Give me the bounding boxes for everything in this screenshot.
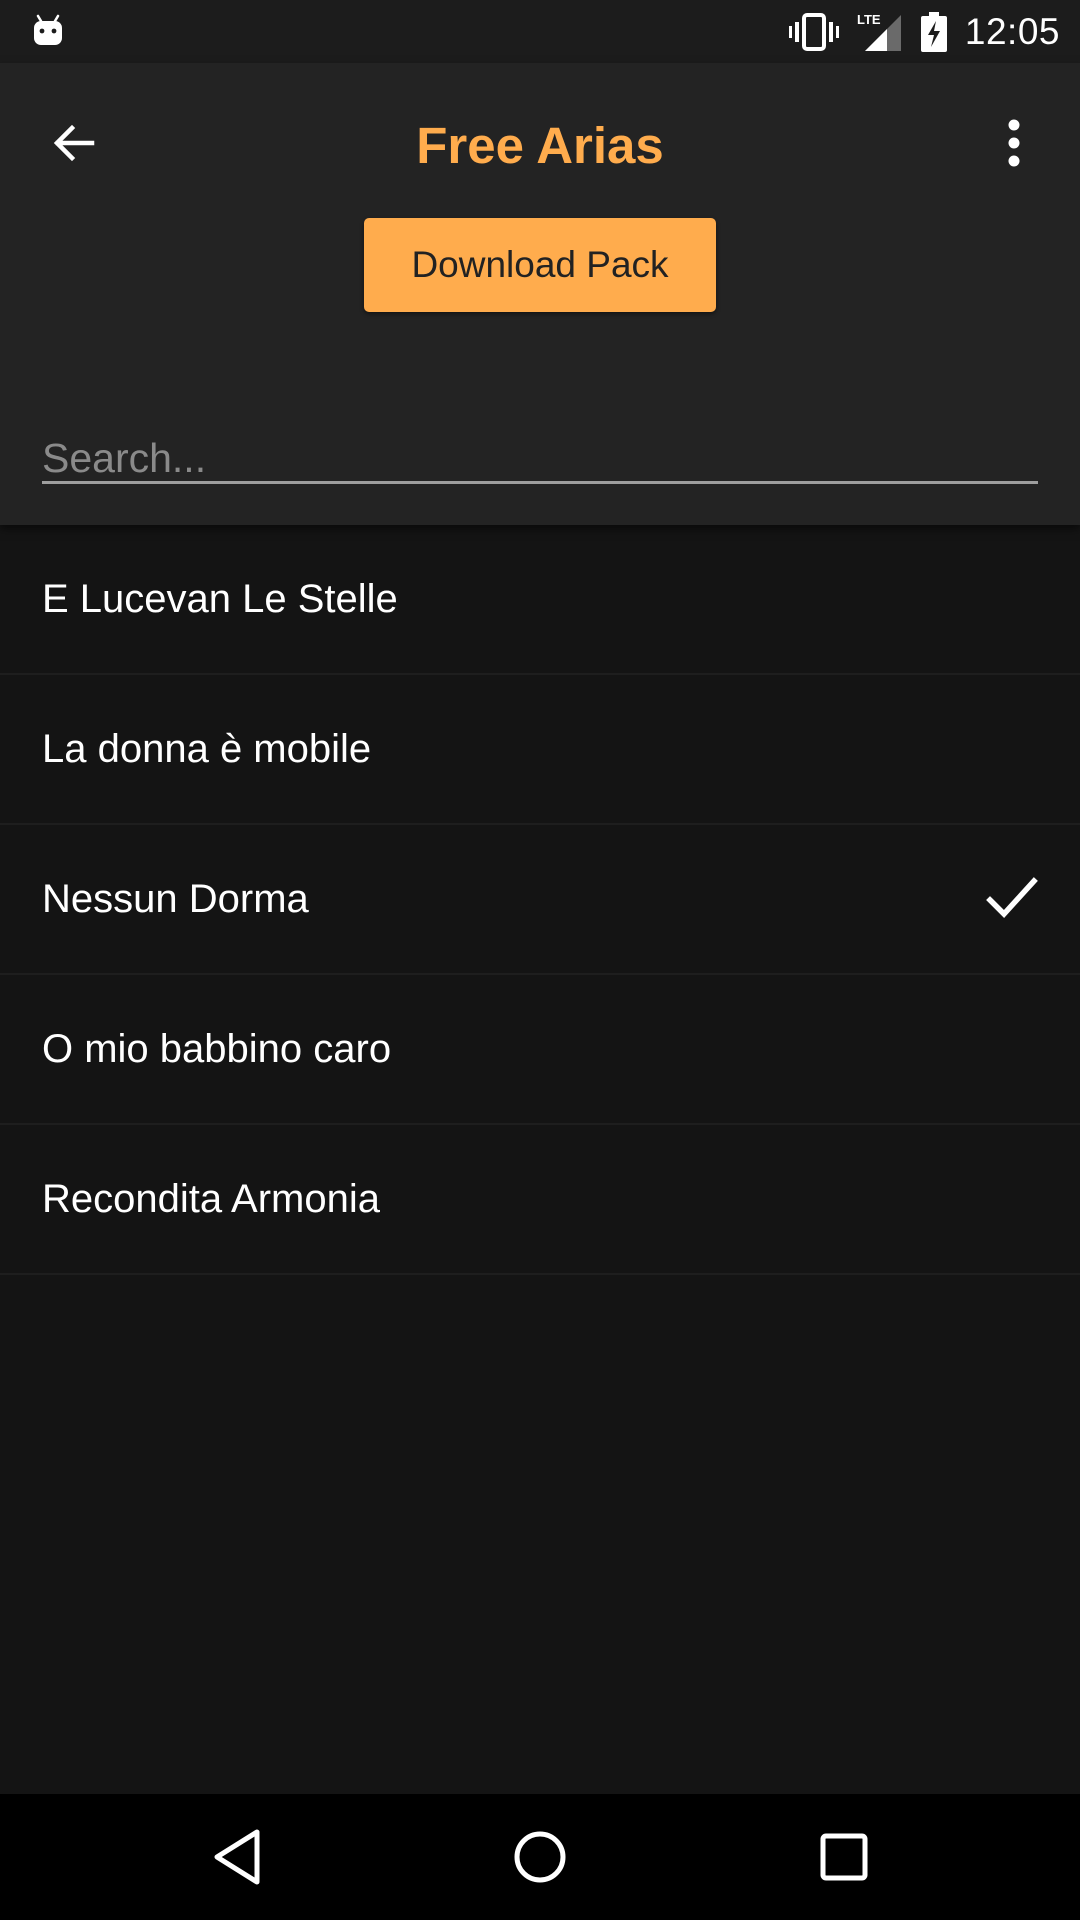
nav-home-icon (514, 1831, 566, 1883)
list-item[interactable]: Recondita Armonia (0, 1125, 1080, 1275)
nav-recents-icon (820, 1833, 868, 1881)
search-underline (42, 481, 1038, 484)
lte-signal-icon: LTE (857, 12, 901, 51)
more-vert-icon (1008, 119, 1020, 167)
app-header: Free Arias Download Pack (0, 63, 1080, 525)
download-pack-button[interactable]: Download Pack (364, 218, 716, 312)
nav-back-icon (214, 1829, 260, 1885)
list-item[interactable]: La donna è mobile (0, 675, 1080, 825)
check-icon (986, 877, 1038, 918)
overflow-menu-button[interactable] (974, 103, 1054, 183)
list-item-label: Recondita Armonia (42, 1177, 380, 1221)
android-notification-icon (34, 14, 62, 45)
list-item[interactable]: Nessun Dorma (0, 825, 1080, 975)
list-item-label: La donna è mobile (42, 727, 372, 771)
nav-recents-button[interactable] (799, 1812, 889, 1902)
list-item-label: E Lucevan Le Stelle (42, 577, 398, 621)
navigation-bar (0, 1794, 1080, 1920)
page-title: Free Arias (416, 117, 664, 174)
aria-list: E Lucevan Le Stelle La donna è mobile Ne… (0, 525, 1080, 1275)
list-item[interactable]: E Lucevan Le Stelle (0, 525, 1080, 675)
network-type-label: LTE (857, 12, 881, 27)
status-bar: LTE 12:05 (0, 0, 1080, 63)
list-item[interactable]: O mio babbino caro (0, 975, 1080, 1125)
status-time: 12:05 (964, 11, 1060, 52)
list-item-label: Nessun Dorma (42, 877, 309, 921)
list-item-label: O mio babbino caro (42, 1027, 392, 1071)
battery-charging-icon (920, 12, 947, 52)
search-input[interactable] (42, 433, 1038, 483)
vibrate-icon (788, 13, 839, 51)
nav-back-button[interactable] (192, 1812, 282, 1902)
nav-home-button[interactable] (495, 1812, 585, 1902)
